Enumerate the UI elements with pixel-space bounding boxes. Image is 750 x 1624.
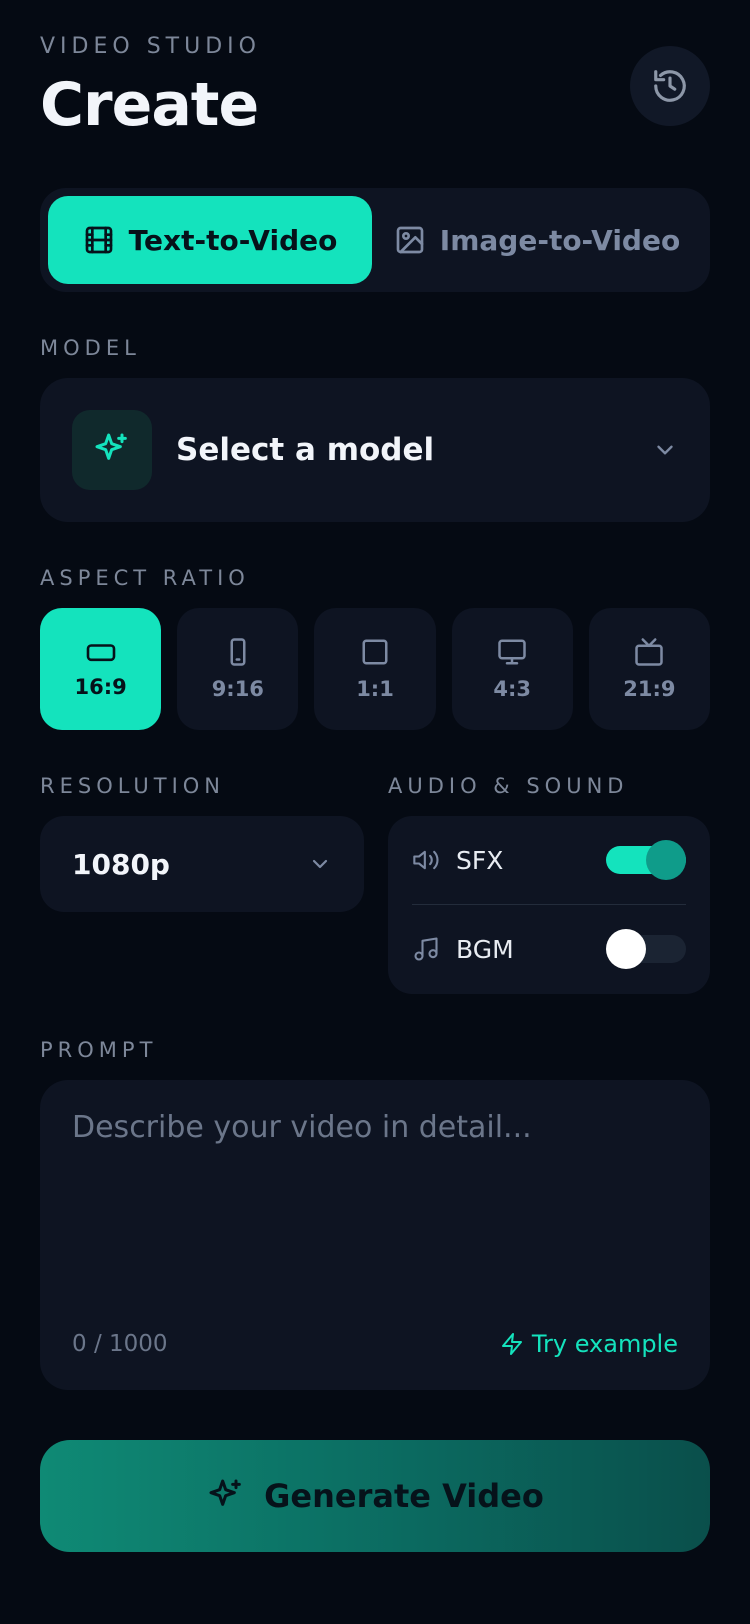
audio-row-bgm: BGM (412, 905, 686, 993)
history-button[interactable] (630, 46, 710, 126)
ratio-option-label: 1:1 (356, 677, 394, 701)
try-example-label: Try example (531, 1330, 678, 1358)
audio-card: SFX BGM (388, 816, 710, 994)
aspect-ratio-section-label: ASPECT RATIO (40, 566, 250, 590)
sfx-toggle[interactable] (606, 840, 686, 880)
model-select[interactable]: Select a model (40, 378, 710, 522)
ratio-option-21-9[interactable]: 21:9 (588, 608, 711, 730)
model-select-value: Select a model (176, 432, 435, 468)
ratio-option-label: 21:9 (623, 677, 676, 701)
tab-image-to-video-label: Image-to-Video (439, 223, 681, 257)
landscape-icon (85, 639, 117, 665)
ratio-option-9-16[interactable]: 9:16 (177, 608, 299, 730)
prompt-input[interactable] (72, 1110, 678, 1300)
monitor-icon (496, 637, 528, 667)
portrait-icon (225, 637, 251, 667)
tab-text-to-video[interactable]: Text-to-Video (48, 196, 372, 284)
video-studio-page: VIDEO STUDIO Create Text-to-Video Image-… (0, 0, 750, 1624)
generate-video-label: Generate Video (264, 1477, 544, 1515)
resolution-value: 1080p (72, 847, 170, 881)
music-icon (412, 935, 440, 963)
tab-text-to-video-label: Text-to-Video (128, 223, 338, 257)
ratio-option-16-9[interactable]: 16:9 (40, 608, 162, 730)
prompt-section-label: PROMPT (40, 1038, 158, 1062)
tab-image-to-video[interactable]: Image-to-Video (372, 196, 702, 284)
audio-row-sfx: SFX (412, 816, 686, 904)
lightning-icon (500, 1331, 524, 1357)
square-icon (360, 637, 390, 667)
chevron-down-icon (652, 437, 678, 463)
tv-icon (633, 637, 665, 667)
ratio-option-label: 9:16 (211, 677, 264, 701)
image-icon (394, 224, 426, 256)
ratio-option-1-1[interactable]: 1:1 (314, 608, 436, 730)
prompt-footer: 0 / 1000 Try example (72, 1330, 678, 1358)
model-section-label: MODEL (40, 336, 141, 360)
sfx-label: SFX (456, 845, 504, 875)
film-icon (83, 224, 115, 256)
audio-section-label: AUDIO & SOUND (388, 774, 629, 798)
speaker-icon (412, 846, 440, 874)
history-icon (651, 67, 689, 105)
generate-video-button[interactable]: Generate Video (40, 1440, 710, 1552)
sparkles-icon (206, 1476, 246, 1516)
bgm-toggle[interactable] (606, 929, 686, 969)
prompt-box: 0 / 1000 Try example (40, 1080, 710, 1390)
resolution-section-label: RESOLUTION (40, 774, 226, 798)
ratio-option-4-3[interactable]: 4:3 (451, 608, 573, 730)
character-counter: 0 / 1000 (72, 1331, 168, 1357)
app-eyebrow: VIDEO STUDIO (40, 34, 261, 59)
ratio-option-label: 4:3 (493, 677, 532, 701)
resolution-select[interactable]: 1080p (40, 816, 364, 912)
chevron-down-icon (308, 852, 332, 876)
page-title: Create (40, 70, 259, 140)
bgm-label: BGM (456, 934, 514, 964)
ratio-option-label: 16:9 (74, 675, 127, 699)
mode-switch: Text-to-Video Image-to-Video (40, 188, 710, 292)
aspect-ratio-options: 16:9 9:16 1:1 4:3 21:9 (40, 608, 711, 730)
try-example-button[interactable]: Try example (500, 1330, 678, 1358)
sparkles-icon (72, 410, 152, 490)
